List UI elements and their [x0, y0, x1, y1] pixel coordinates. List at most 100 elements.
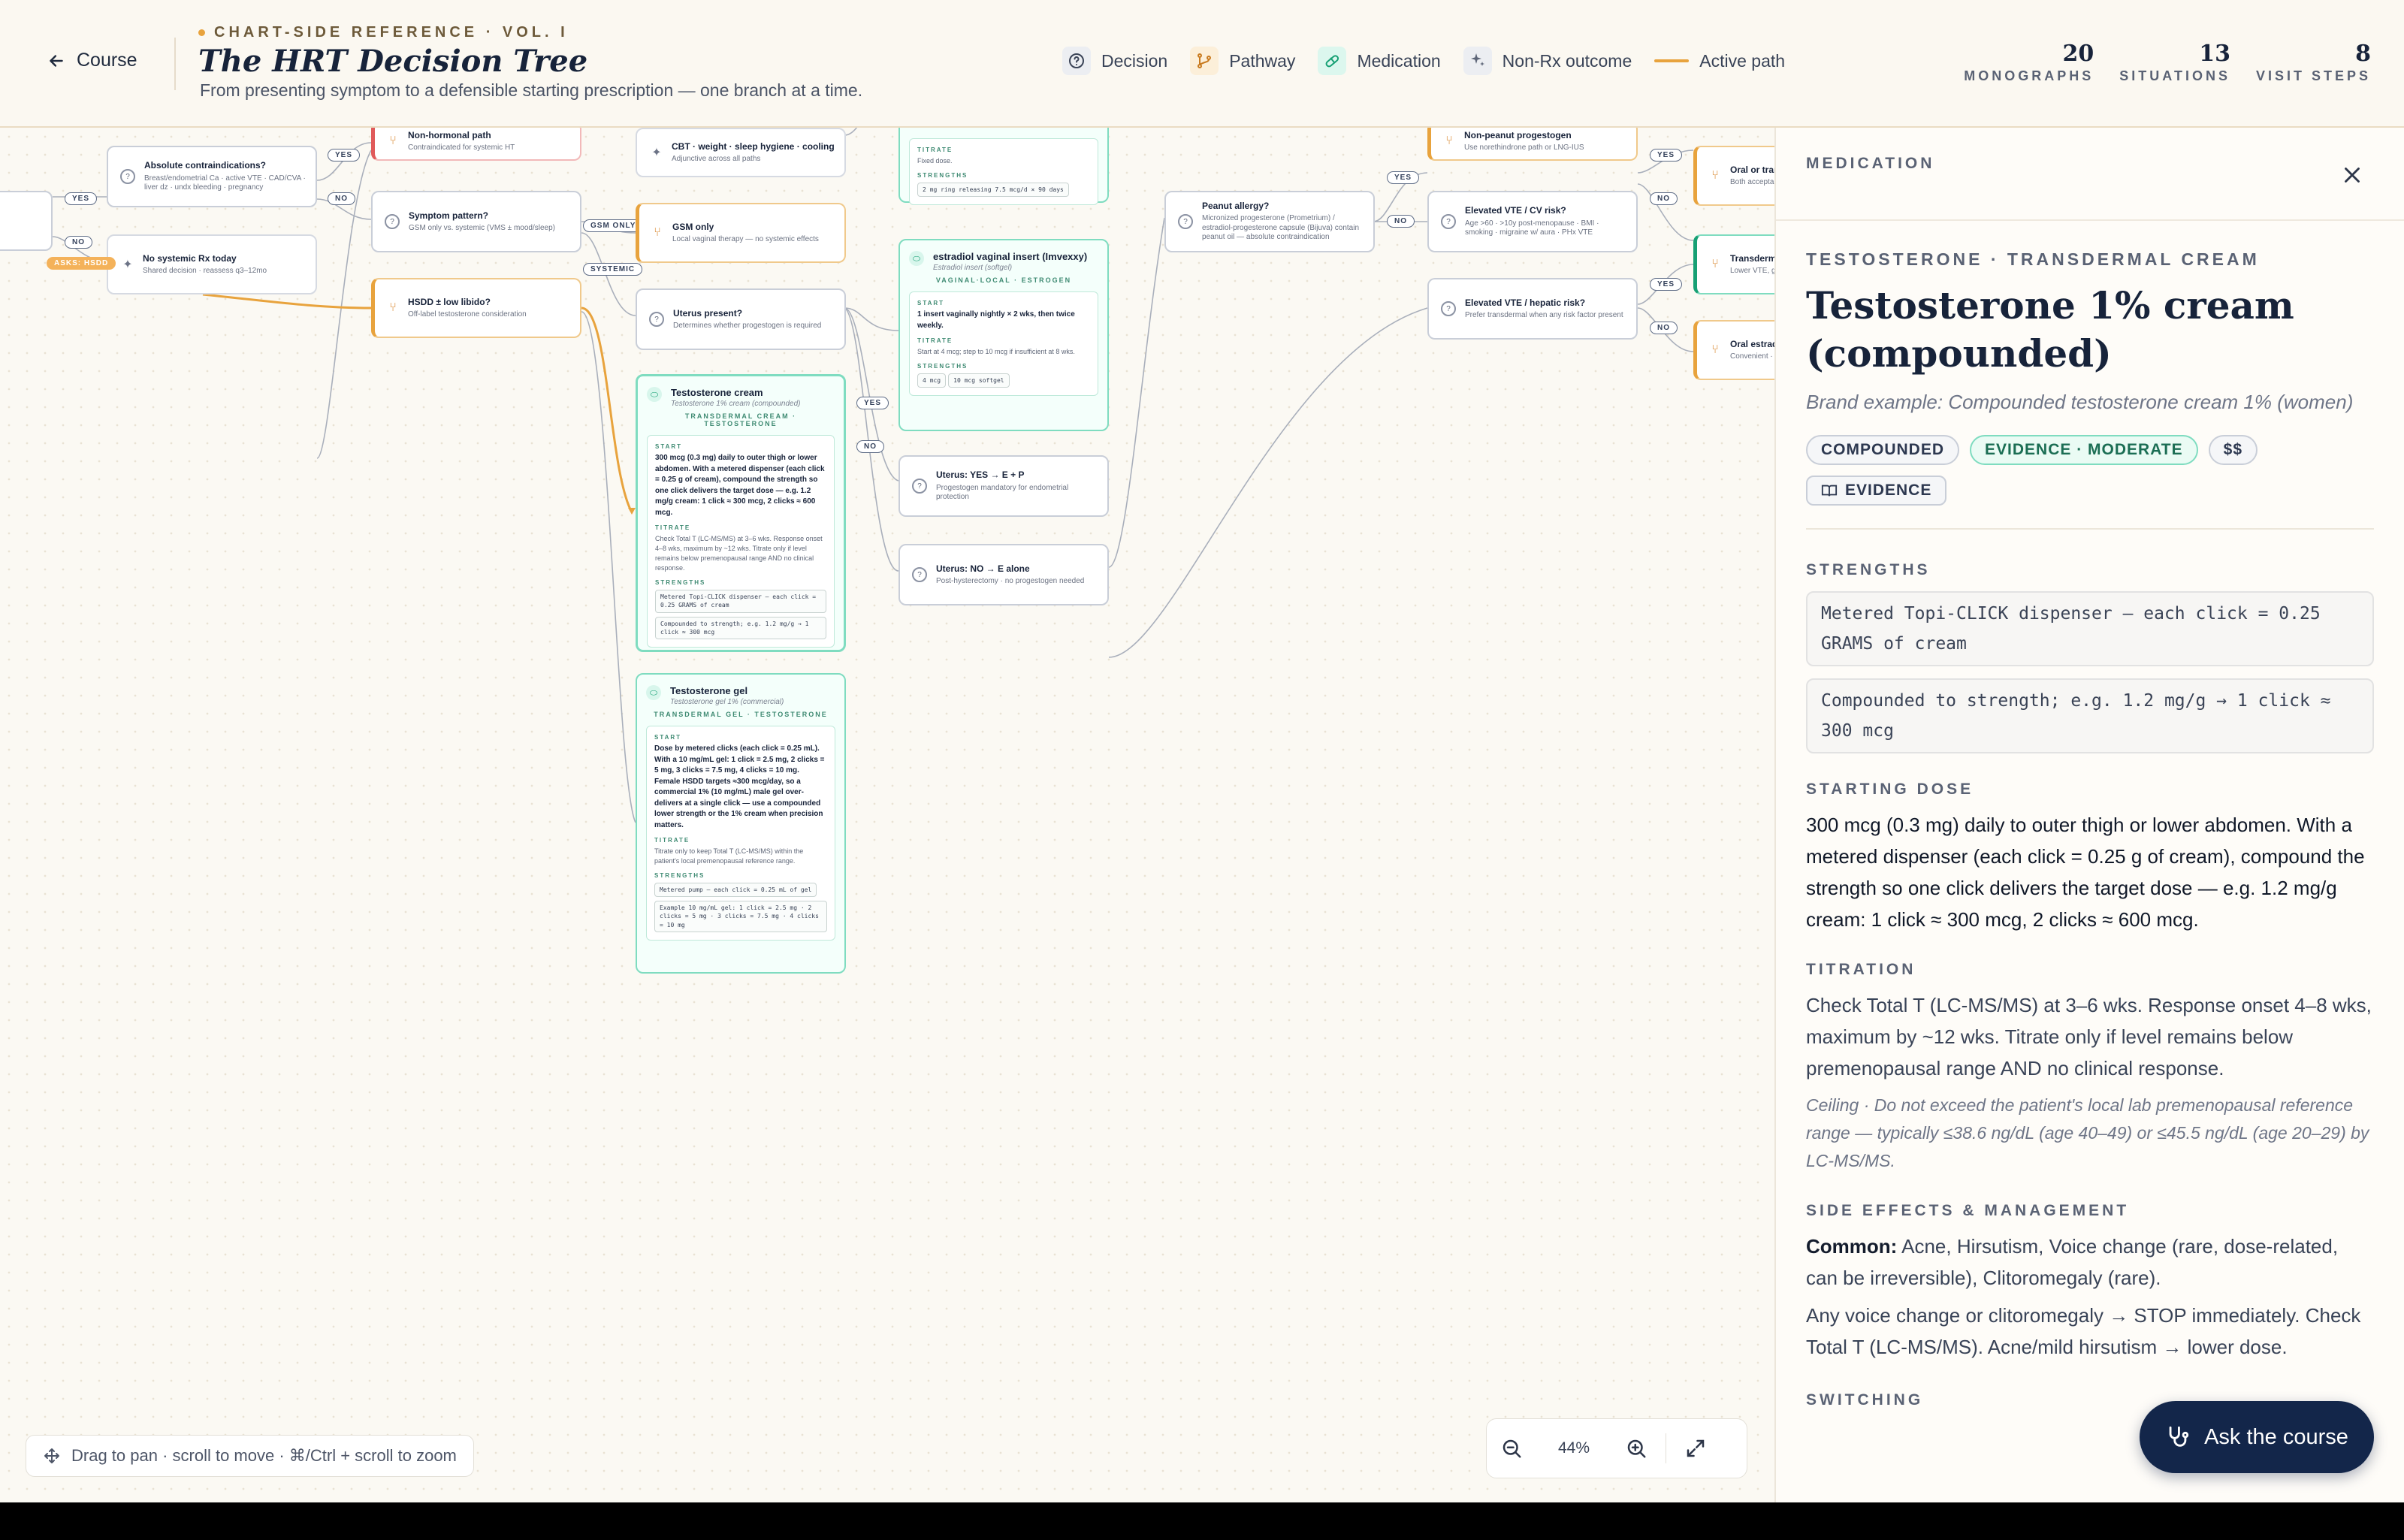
node-oral-or-transdermal[interactable]: ⑂ Oral or trans Both acceptable [1693, 146, 1774, 206]
edge-label-no: NO [65, 236, 92, 249]
zoom-controls: 44% [1486, 1418, 1747, 1478]
fit-view-button[interactable] [1671, 1418, 1720, 1478]
sparkle-icon [1463, 47, 1492, 75]
strength-chips: 4 mcg 10 mcg softgel [917, 370, 1090, 388]
med-card-brand: Testosterone 1% cream (compounded) [671, 400, 801, 408]
stat-situations: 13 SITUATIONS [2119, 41, 2230, 84]
node-title: GSM only [672, 221, 714, 232]
node-hsdd[interactable]: ⑂ HSDD ± low libido? Off-label testostero… [371, 278, 581, 338]
node-nonhormonal-path[interactable]: ⑂ Non-hormonal path Contraindicated for s… [371, 128, 581, 161]
legend-item-pathway: Pathway [1190, 47, 1295, 75]
stat-value: 20 [2062, 41, 2094, 67]
question-circle-icon: ? [1441, 214, 1456, 229]
titrate-text: Start at 4 mcg; step to 10 mcg if insuff… [917, 348, 1075, 355]
node-subtitle: Lower VTE, gall [1730, 266, 1774, 275]
zoom-out-icon [1502, 1439, 1521, 1458]
side-effects-heading: SIDE EFFECTS & MANAGEMENT [1806, 1202, 2130, 1219]
med-card-details: START 300 mcg (0.3 mg) daily to outer th… [647, 435, 835, 648]
zoom-out-button[interactable] [1487, 1418, 1536, 1478]
node-estradiol-vaginal-insert[interactable]: ⬭ estradiol vaginal insert (Imvexxy) Estr… [898, 239, 1109, 431]
decision-tree-canvas[interactable]: ? Absolute contraindications? Breast/endo… [0, 128, 1774, 1502]
node-text: Non-peanut progestogen Use norethindrone … [1464, 130, 1584, 153]
evidence-button[interactable]: EVIDENCE [1806, 476, 1947, 506]
titration-text: Check Total T (LC-MS/MS) at 3–6 wks. Res… [1806, 994, 2372, 1080]
node-title: Absolute contraindications? [144, 160, 267, 171]
evidence-button-label: EVIDENCE [1845, 482, 1932, 499]
sparkle-icon: ✦ [122, 258, 133, 271]
node-subtitle: Age >60 · >10y post-menopause · BMI · sm… [1465, 219, 1599, 237]
panel-header: MEDICATION [1776, 128, 2404, 221]
legend-item-medication: Medication [1318, 47, 1441, 75]
ceiling-note: Ceiling · Do not exceed the patient's lo… [1806, 1095, 2369, 1170]
node-uterus-yes[interactable]: ? Uterus: YES → E + P Progestogen mandato… [898, 455, 1109, 517]
node-testosterone-cream[interactable]: ⬭ Testosterone cream Testosterone 1% crea… [636, 374, 846, 652]
panel-kind: MEDICATION [1806, 155, 1935, 172]
question-circle-icon: ? [912, 567, 927, 582]
strength-chip: Example 10 mg/mL gel: 1 click = 2.5 mg ·… [654, 901, 827, 932]
app-window: Course CHART-SIDE REFERENCE · VOL. I The… [0, 0, 2404, 1502]
zoom-in-button[interactable] [1611, 1418, 1661, 1478]
back-label: Course [77, 50, 137, 71]
node-text: Uterus: NO → E alone Post-hysterectomy · … [936, 563, 1084, 587]
med-card-header: ⬭ Testosterone gel Testosterone gel 1% (c… [646, 685, 835, 706]
node-vte-hepatic-risk[interactable]: ? Elevated VTE / hepatic risk? Prefer tra… [1427, 278, 1638, 340]
med-card-titles: Testosterone gel Testosterone gel 1% (com… [670, 685, 784, 706]
strengths-label: STRENGTHS [917, 172, 968, 180]
edge-label-gsm-only: GSM ONLY [583, 219, 644, 232]
header-divider [174, 38, 176, 90]
node-vte-cv-risk[interactable]: ? Elevated VTE / CV risk? Age >60 · >10y … [1427, 191, 1638, 252]
node-gsm-only[interactable]: ⑂ GSM only Local vaginal therapy — no sys… [636, 203, 846, 263]
edge-label-systemic: SYSTEMIC [583, 263, 643, 276]
node-cbt[interactable]: ✦ CBT · weight · sleep hygiene · cooling… [636, 128, 846, 177]
node-title: Uterus present? [673, 307, 743, 319]
node-peanut-allergy[interactable]: ? Peanut allergy? Micronized progesterone… [1164, 191, 1375, 252]
stethoscope-icon [2169, 1426, 2189, 1447]
node-text: HSDD ± low libido? Off-label testosterone… [408, 297, 527, 320]
zoom-in-icon [1627, 1439, 1646, 1458]
node-subtitle: Both acceptable [1730, 177, 1774, 186]
node-oral-estradiol[interactable]: ⑂ Oral estradio Convenient · fir [1693, 320, 1774, 380]
stat-label: SITUATIONS [2119, 68, 2230, 83]
strengths-heading: STRENGTHS [1806, 561, 1931, 578]
med-card-category: TRANSDERMAL CREAM · TESTOSTERONE [684, 412, 797, 427]
start-text: 1 insert vaginally nightly × 2 wks, then… [917, 310, 1075, 330]
question-circle-icon: ? [120, 169, 135, 184]
ask-the-course-button[interactable]: Ask the course [2140, 1401, 2374, 1473]
node-subtitle: Prefer transdermal when any risk factor … [1465, 310, 1623, 319]
node-title: Oral estradio [1730, 338, 1774, 349]
node-nonpeanut-progestogen[interactable]: ⑂ Non-peanut progestogen Use norethindron… [1427, 128, 1638, 161]
close-icon[interactable] [2339, 162, 2365, 188]
panel-tags: COMPOUNDED EVIDENCE · MODERATE $$ EVIDEN… [1806, 435, 2347, 506]
edge-label-yes: YES [1387, 171, 1420, 184]
strength-chip: Metered Topi-CLICK dispenser — each clic… [1806, 591, 2374, 666]
back-to-course-link[interactable]: Course [47, 50, 137, 71]
start-label: START [917, 300, 945, 306]
med-card-details: START 1 insert vaginally nightly × 2 wks… [909, 291, 1098, 397]
node-subtitle: Adjunctive across all paths [672, 154, 761, 163]
node-text: GSM only Local vaginal therapy — no syste… [672, 222, 819, 245]
node-text: Transdermal Lower VTE, gall [1730, 253, 1774, 276]
common-label: Common: [1806, 1235, 1898, 1258]
question-circle-icon: ? [1178, 214, 1193, 229]
medication-detail-panel: MEDICATION TESTOSTERONE · TRANSDERMAL CR… [1774, 128, 2404, 1502]
node-uterus-present[interactable]: ? Uterus present? Determines whether prog… [636, 288, 846, 350]
edge-label-active: ASKS: HSDD [47, 257, 116, 270]
management-text: Any voice change or clitoromegaly → STOP… [1806, 1304, 2361, 1358]
header-kicker: CHART-SIDE REFERENCE · VOL. I [198, 24, 569, 41]
branch-icon: ⑂ [389, 301, 397, 314]
node-symptom-pattern[interactable]: ? Symptom pattern? GSM only vs. systemic … [371, 191, 581, 252]
node-testosterone-gel[interactable]: ⬭ Testosterone gel Testosterone gel 1% (c… [636, 673, 846, 974]
node-no-systemic-rx[interactable]: ✦ No systemic Rx today Shared decision · … [107, 234, 317, 294]
node-partial-left[interactable] [0, 191, 53, 251]
node-title: Non-peanut progestogen [1464, 129, 1572, 140]
node-transdermal[interactable]: ⑂ Transdermal Lower VTE, gall [1693, 234, 1774, 294]
strength-chip: Compounded to strength; e.g. 1.2 mg/g → … [1806, 678, 2374, 753]
node-vaginal-ring[interactable]: TITRATE Fixed dose. STRENGTHS 2 mg ring … [898, 128, 1109, 206]
node-title: No systemic Rx today [143, 252, 237, 264]
node-absolute-contraindications[interactable]: ? Absolute contraindications? Breast/endo… [107, 146, 317, 207]
titrate-text: Titrate only to keep Total T (LC-MS/MS) … [654, 847, 804, 865]
strength-chip: 2 mg ring releasing 7.5 mcg/d × 90 days [917, 183, 1069, 198]
titrate-text: Fixed dose. [917, 157, 953, 165]
node-uterus-no[interactable]: ? Uterus: NO → E alone Post-hysterectomy … [898, 544, 1109, 605]
node-text: Elevated VTE / CV risk? Age >60 · >10y po… [1465, 205, 1627, 237]
